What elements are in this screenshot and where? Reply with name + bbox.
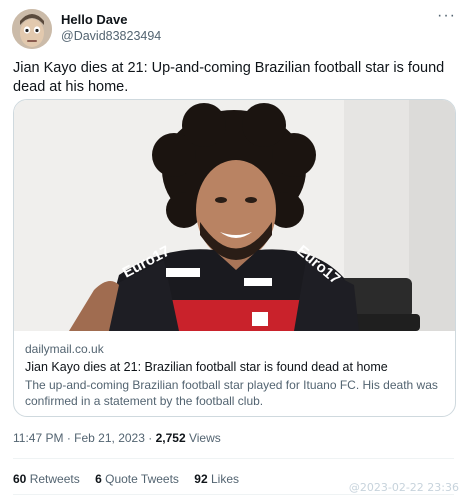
divider bbox=[13, 494, 454, 495]
card-domain: dailymail.co.uk bbox=[25, 342, 104, 356]
tweet: Hello Dave @David83823494 ··· Jian Kayo … bbox=[0, 0, 467, 500]
card-image[interactable]: Euro17 Euro17 bbox=[14, 100, 455, 331]
views-label: Views bbox=[188, 431, 221, 445]
meta-separator: · bbox=[66, 431, 71, 445]
tweet-time[interactable]: 11:47 PM bbox=[13, 431, 63, 445]
retweets-stat[interactable]: 60 Retweets bbox=[13, 472, 80, 486]
likes-label: Likes bbox=[210, 472, 239, 486]
tweet-date[interactable]: Feb 21, 2023 bbox=[74, 431, 145, 445]
timestamp-watermark: @2023-02-22 23:36 bbox=[348, 481, 459, 494]
link-card[interactable]: Euro17 Euro17 dailymail.co.uk Jian Kayo … bbox=[13, 99, 456, 417]
retweets-label: Retweets bbox=[29, 472, 80, 486]
more-horizontal-icon[interactable]: ··· bbox=[437, 8, 456, 24]
card-description: The up-and-coming Brazilian football sta… bbox=[25, 378, 438, 408]
divider bbox=[13, 458, 454, 459]
card-title: Jian Kayo dies at 21: Brazilian football… bbox=[25, 360, 388, 374]
engagement-stats: 60 Retweets 6 Quote Tweets 92 Likes bbox=[13, 472, 251, 486]
author-name[interactable]: Hello Dave bbox=[61, 12, 127, 27]
quotes-label: Quote Tweets bbox=[105, 472, 179, 486]
author-handle[interactable]: @David83823494 bbox=[61, 29, 161, 43]
likes-stat[interactable]: 92 Likes bbox=[194, 472, 239, 486]
views-count: 2,752 bbox=[155, 431, 186, 445]
quotes-count: 6 bbox=[95, 472, 102, 486]
likes-count: 92 bbox=[194, 472, 208, 486]
meta-separator: · bbox=[148, 431, 153, 445]
tweet-meta: 11:47 PM · Feb 21, 2023 · 2,752 Views bbox=[13, 431, 221, 445]
avatar[interactable] bbox=[12, 9, 52, 49]
retweets-count: 60 bbox=[13, 472, 27, 486]
tweet-text: Jian Kayo dies at 21: Up-and-coming Braz… bbox=[13, 60, 445, 95]
card-body[interactable]: dailymail.co.uk Jian Kayo dies at 21: Br… bbox=[14, 332, 455, 416]
quote-tweets-stat[interactable]: 6 Quote Tweets bbox=[95, 472, 179, 486]
